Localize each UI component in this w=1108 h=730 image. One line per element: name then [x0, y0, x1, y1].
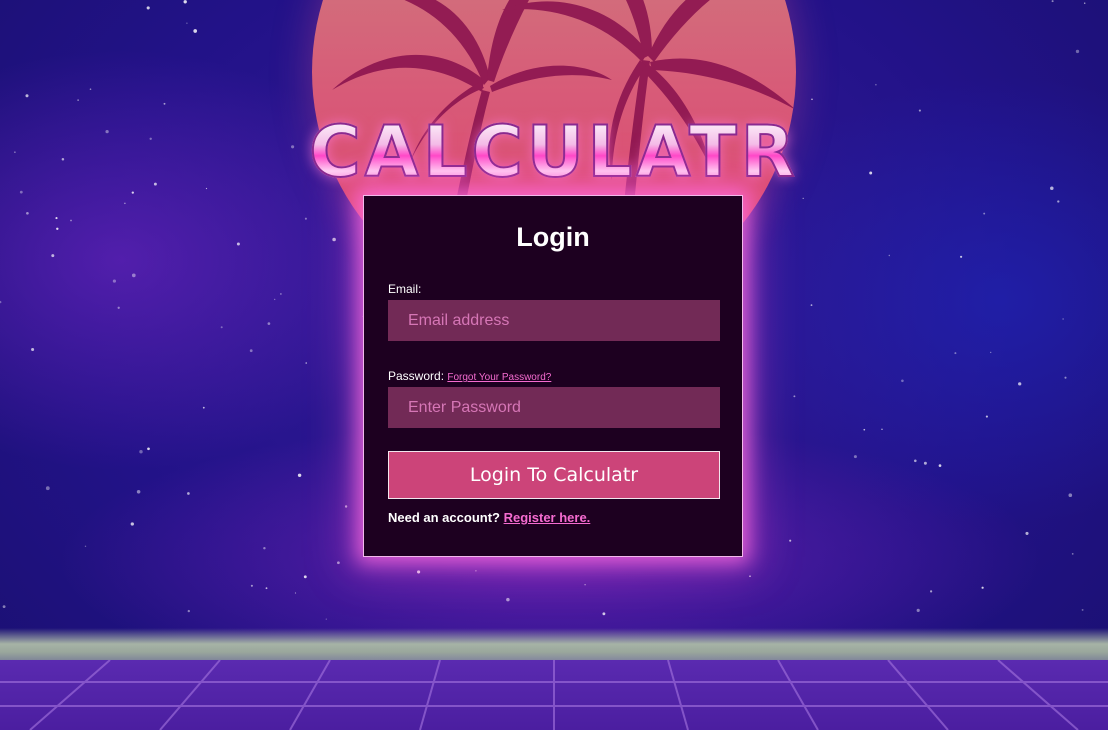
register-prompt-text: Need an account? [388, 510, 500, 525]
password-label: Password: Forgot Your Password? [388, 369, 551, 383]
password-label-text: Password: [388, 369, 445, 383]
login-card: Login Email: Password: Forgot Your Passw… [363, 195, 743, 557]
email-input[interactable] [388, 300, 720, 341]
forgot-password-link[interactable]: Forgot Your Password? [447, 372, 551, 383]
app-logo: CALCULATR [278, 113, 830, 191]
login-submit-button[interactable]: Login To Calculatr [388, 451, 720, 499]
register-link[interactable]: Register here. [504, 510, 591, 525]
email-label: Email: [388, 282, 421, 296]
neon-grid-floor [0, 660, 1108, 730]
register-prompt: Need an account? Register here. [388, 510, 590, 525]
email-label-text: Email: [388, 282, 422, 296]
login-title: Login [516, 222, 590, 252]
password-input[interactable] [388, 387, 720, 428]
